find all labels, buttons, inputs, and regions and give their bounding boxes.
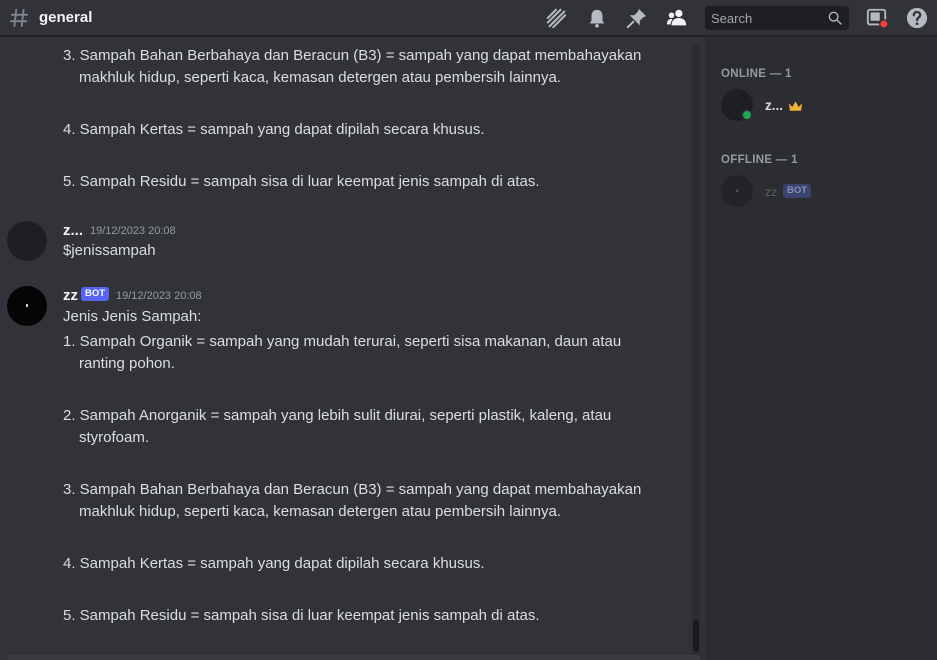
crown-icon	[788, 101, 803, 111]
avatar[interactable]	[7, 286, 47, 326]
scrollbar-thumb[interactable]	[693, 620, 699, 652]
bot-badge: BOT	[81, 287, 110, 301]
member-name[interactable]: z...	[765, 98, 783, 113]
message-list: 3. Sampah Bahan Berbahaya dan Beracun (B…	[0, 37, 705, 660]
online-section-title: ONLINE — 1	[721, 68, 792, 80]
message-line: 4. Sampah Kertas = sampah yang dapat dip…	[63, 555, 485, 572]
message-title: Jenis Jenis Sampah:	[63, 308, 202, 325]
channel-name: general	[39, 9, 93, 26]
inbox-icon[interactable]	[866, 7, 888, 29]
horizontal-scrollbar	[8, 655, 700, 660]
member-name[interactable]: zz	[765, 185, 777, 199]
pin-icon[interactable]	[626, 7, 648, 29]
message-content: $jenissampah	[63, 242, 156, 259]
message-line: 3. Sampah Bahan Berbahaya dan Beracun (B…	[63, 47, 642, 64]
message-line: ranting pohon.	[79, 355, 175, 372]
members-icon[interactable]	[666, 7, 688, 29]
bot-avatar-icon	[26, 304, 28, 307]
search-icon	[828, 11, 842, 25]
message-author[interactable]: z...	[63, 222, 83, 239]
channel-header: general	[0, 0, 937, 36]
bot-badge: BOT	[783, 184, 812, 198]
scrollbar-track[interactable]	[692, 44, 700, 656]
avatar[interactable]	[7, 221, 47, 261]
message-timestamp: 19/12/2023 20:08	[116, 290, 202, 302]
search-input[interactable]	[711, 10, 821, 26]
message-line: 5. Sampah Residu = sampah sisa di luar k…	[63, 607, 540, 624]
member-list: ONLINE — 1 z... OFFLINE — 1 zz BOT	[705, 37, 937, 660]
message-line: 2. Sampah Anorganik = sampah yang lebih …	[63, 407, 612, 424]
threads-icon[interactable]	[545, 7, 567, 29]
bell-icon[interactable]	[586, 7, 608, 29]
message-line: 1. Sampah Organik = sampah yang mudah te…	[63, 333, 622, 350]
help-icon[interactable]	[906, 7, 928, 29]
search-box[interactable]	[705, 6, 849, 30]
message-line: 5. Sampah Residu = sampah sisa di luar k…	[63, 173, 540, 190]
hash-icon	[9, 8, 29, 28]
online-status-icon	[741, 109, 753, 121]
message-line: makhluk hidup, seperti kaca, kemasan det…	[79, 69, 561, 86]
offline-section-title: OFFLINE — 1	[721, 154, 798, 166]
message-line: makhluk hidup, seperti kaca, kemasan det…	[79, 503, 561, 520]
message-line: styrofoam.	[79, 429, 150, 446]
message-line: 3. Sampah Bahan Berbahaya dan Beracun (B…	[63, 481, 642, 498]
message-timestamp: 19/12/2023 20:08	[90, 225, 176, 237]
message-author[interactable]: zz	[63, 287, 78, 304]
message-line: 4. Sampah Kertas = sampah yang dapat dip…	[63, 121, 485, 138]
bot-avatar-icon	[736, 189, 738, 192]
member-avatar[interactable]	[721, 175, 753, 207]
